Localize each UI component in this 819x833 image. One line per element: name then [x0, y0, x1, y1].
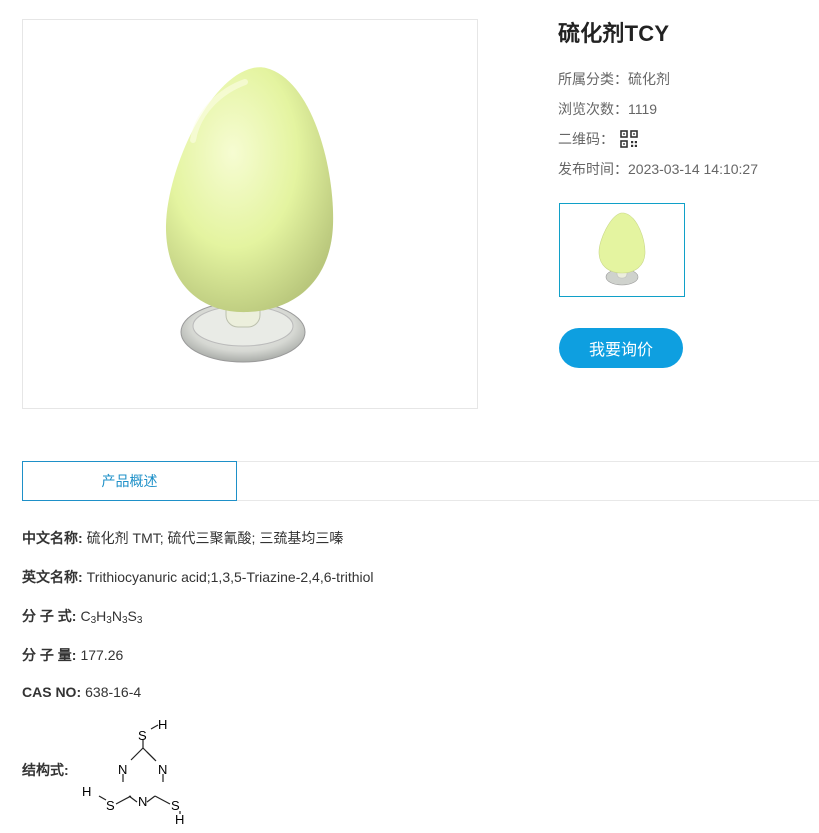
main-product-image [22, 19, 478, 409]
molecular-weight-label: 分 子 量: [22, 647, 77, 663]
views-label: 浏览次数： [558, 101, 628, 117]
molecular-weight-row: 分 子 量: 177.26 [22, 645, 123, 665]
formula-row: 分 子 式: C3H3N3S3 [22, 606, 142, 626]
product-title: 硫化剂TCY [558, 21, 670, 46]
hydrogen-atom-top: H [158, 717, 167, 732]
english-name-value: Trithiocyanuric acid;1,3,5-Triazine-2,4,… [86, 569, 374, 585]
cas-label: CAS NO: [22, 684, 82, 700]
category-label: 所属分类： [558, 71, 628, 87]
cas-row: CAS NO: 638-16-4 [22, 684, 141, 700]
sulfur-atom-top: S [138, 728, 147, 743]
structural-formula: S H N N N S H S H [82, 717, 184, 824]
nitrogen-atom-right: N [158, 762, 167, 777]
hydrogen-atom-right: H [175, 812, 184, 824]
english-name-label: 英文名称: [22, 569, 83, 585]
formula-value: C3H3N3S3 [80, 608, 143, 626]
thumbnail-flask-illustration [598, 212, 646, 286]
inquiry-button[interactable]: 我要询价 [559, 328, 683, 368]
qr-row: 二维码： [558, 129, 638, 149]
nitrogen-atom-left: N [118, 762, 127, 777]
chinese-name-value: 硫化剂 TMT; 硫代三聚氰酸; 三巯基均三嗪 [86, 530, 344, 546]
cas-value: 638-16-4 [85, 684, 142, 700]
date-row: 发布时间：2023-03-14 14:10:27 [558, 159, 758, 179]
qr-code-icon[interactable] [620, 130, 638, 148]
structure-label: 结构式: [22, 762, 69, 778]
publish-date: 2023-03-14 14:10:27 [628, 161, 758, 177]
qr-label: 二维码： [558, 131, 614, 147]
english-name-row: 英文名称: Trithiocyanuric acid;1,3,5-Triazine… [22, 567, 374, 587]
sulfur-atom-left: S [106, 798, 115, 813]
category-row: 所属分类：硫化剂 [558, 69, 670, 89]
chinese-name-row: 中文名称: 硫化剂 TMT; 硫代三聚氰酸; 三巯基均三嗪 [22, 528, 343, 548]
molecular-weight-value: 177.26 [80, 647, 124, 663]
sulfur-atom-right: S [171, 798, 180, 813]
category-link[interactable]: 硫化剂 [628, 71, 670, 87]
powder-flask-illustration [165, 67, 334, 363]
thumbnail-image[interactable] [559, 203, 685, 297]
nitrogen-atom-bottom: N [138, 794, 147, 809]
tab-product-overview[interactable]: 产品概述 [22, 461, 237, 501]
date-label: 发布时间： [558, 161, 628, 177]
views-count: 1119 [628, 101, 658, 117]
chinese-name-label: 中文名称: [22, 530, 83, 546]
hydrogen-atom-left: H [82, 784, 91, 799]
formula-label: 分 子 式: [22, 608, 77, 624]
views-row: 浏览次数：1119 [558, 99, 657, 119]
